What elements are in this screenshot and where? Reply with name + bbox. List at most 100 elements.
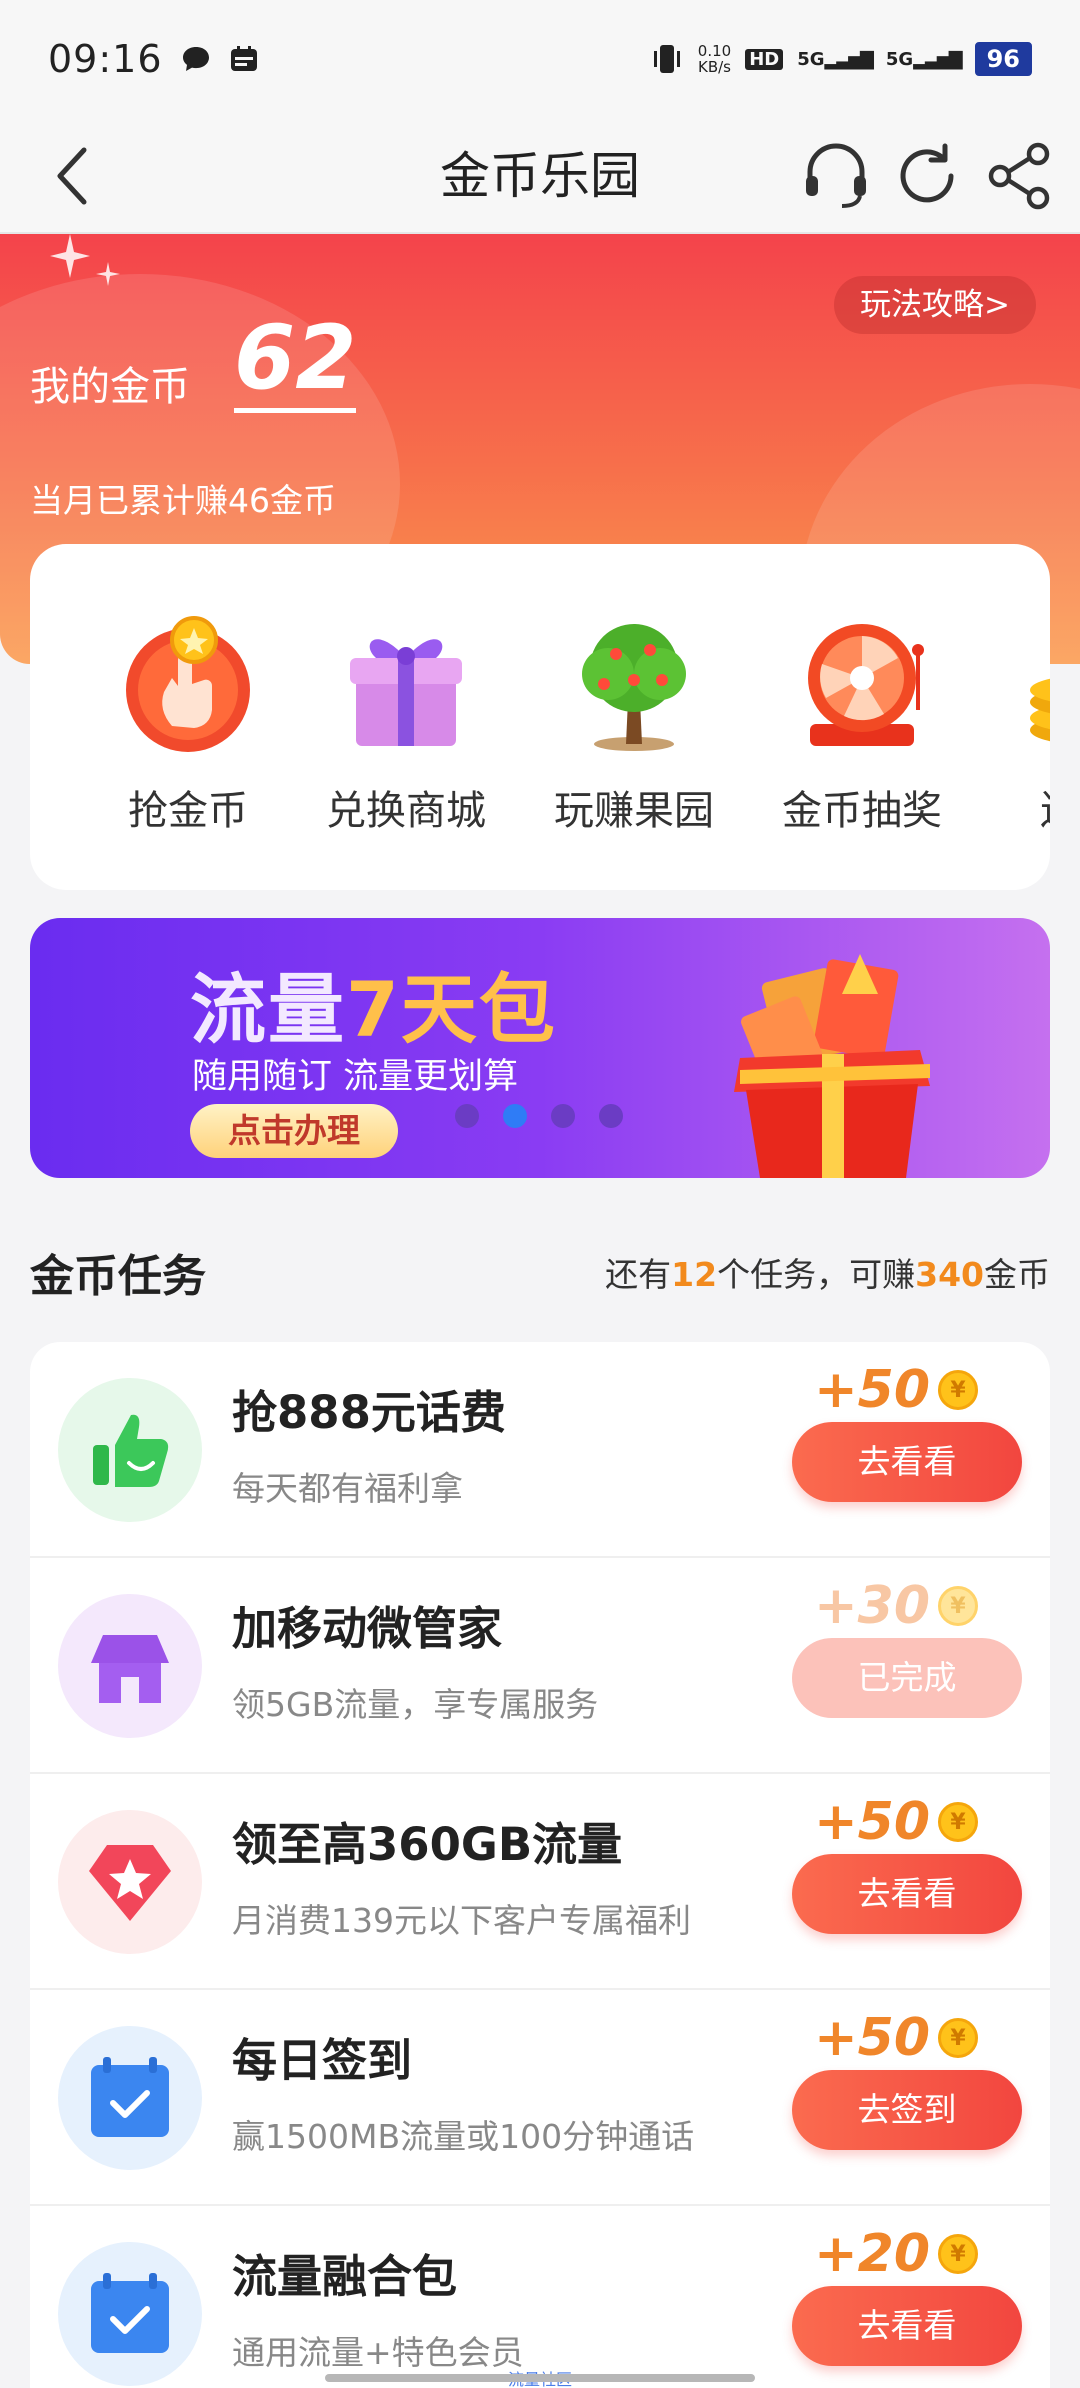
sim2-signal-icon: 5G▂▃▅▇ <box>885 48 963 70</box>
task-reward-value: +20 <box>814 2224 930 2284</box>
status-right: 0.10 KB/s HD 5G▂▃▅▇ 5G▂▃▅▇ 96 <box>650 42 1032 76</box>
play-guide-button[interactable]: 玩法攻略> <box>834 276 1036 334</box>
shortcut-label: 送金 <box>970 778 1050 836</box>
lottery-wheel-icon <box>808 624 924 746</box>
star-badge-icon <box>89 1845 171 1921</box>
task-reward: +20 ¥ <box>814 2224 978 2284</box>
coin-tasks-title: 金币任务 <box>30 1251 206 1302</box>
banner-cta-button[interactable]: 点击办理 <box>190 1104 398 1158</box>
remaining-count: 12 <box>671 1255 718 1294</box>
task-action-button[interactable]: 去看看 <box>792 2286 1022 2366</box>
carousel-dot[interactable] <box>455 1104 479 1128</box>
tasks-summary: 还有12个任务，可赚340金币 <box>605 1248 1050 1296</box>
task-action-button[interactable]: 去看看 <box>792 1422 1022 1502</box>
carousel-dot-active[interactable] <box>503 1104 527 1128</box>
task-reward-value: +50 <box>814 1792 930 1852</box>
task-title: 每日签到 <box>232 2034 413 2087</box>
sparkle-icon <box>50 234 120 286</box>
refresh-icon[interactable] <box>889 138 965 214</box>
task-icon-container <box>58 1594 202 1738</box>
carousel-dots <box>455 1104 623 1128</box>
sim1-label: 5G <box>797 48 825 70</box>
task-row: 抢888元话费 每天都有福利拿 +50 ¥ 去看看 <box>30 1342 1050 1558</box>
shortcut-orchard[interactable]: 玩赚果园 <box>524 614 744 836</box>
status-bar: 09:16 0.10 KB/s HD 5G▂▃▅▇ 5G▂▃▅▇ 96 <box>0 0 1080 118</box>
vibrate-icon <box>653 45 680 73</box>
task-reward: +50 ¥ <box>814 1792 978 1852</box>
task-title: 抢888元话费 <box>232 1386 506 1439</box>
task-row: 领至高360GB流量 月消费139元以下客户专属福利 +50 ¥ 去看看 <box>30 1774 1050 1990</box>
banner-title: 流量7天包 <box>190 948 557 1058</box>
share-icon[interactable] <box>982 138 1058 214</box>
coin-icon: ¥ <box>938 1586 978 1626</box>
task-row: 每日签到 赢1500MB流量或100分钟通话 +50 ¥ 去签到 <box>30 1990 1050 2206</box>
task-desc: 月消费139元以下客户专属福利 <box>232 1901 691 1940</box>
task-reward: +50 ¥ <box>814 1360 978 1420</box>
calendar-icon <box>230 46 257 71</box>
hand-coin-icon <box>126 616 250 752</box>
task-row: 加移动微管家 领5GB流量，享专属服务 +30 ¥ 已完成 <box>30 1558 1050 1774</box>
battery-indicator: 96 <box>974 42 1032 76</box>
coin-icon: ¥ <box>938 1370 978 1410</box>
my-coins-label: 我的金币 <box>30 364 190 410</box>
banner-title-part1: 流量 <box>190 965 346 1054</box>
earnable-coins: 340 <box>915 1255 984 1294</box>
task-reward: +30 ¥ <box>814 1576 978 1636</box>
calendar-check-icon <box>91 2273 169 2353</box>
carousel-dot[interactable] <box>599 1104 623 1128</box>
summary-mid: 个任务，可赚 <box>717 1255 916 1294</box>
net-speed-unit: KB/s <box>698 58 731 76</box>
task-reward-value: +30 <box>814 1576 930 1636</box>
promo-banner[interactable]: 流量7天包 随用随订 流量更划算 点击办理 <box>30 918 1050 1178</box>
coin-icon: ¥ <box>938 1802 978 1842</box>
house-icon <box>91 1635 169 1703</box>
task-checkin-button[interactable]: 去签到 <box>792 2070 1022 2150</box>
shortcut-label: 玩赚果园 <box>554 788 714 834</box>
task-desc: 赢1500MB流量或100分钟通话 <box>232 2117 695 2156</box>
shortcut-label: 兑换商城 <box>326 788 486 834</box>
shortcut-label: 抢金币 <box>128 788 248 834</box>
summary-suffix: 金币 <box>984 1255 1050 1294</box>
coin-icon: ¥ <box>938 2234 978 2274</box>
task-desc: 每天都有福利拿 <box>232 1469 463 1508</box>
my-coins-value[interactable]: 62 <box>234 308 357 413</box>
task-reward: +50 ¥ <box>814 2008 978 2068</box>
net-speed: 0.10 KB/s <box>698 43 731 75</box>
carousel-dot[interactable] <box>551 1104 575 1128</box>
message-icon <box>182 47 209 71</box>
task-icon-container <box>58 1810 202 1954</box>
task-icon-container <box>58 1378 202 1522</box>
task-action-button[interactable]: 去看看 <box>792 1854 1022 1934</box>
hd-icon: HD <box>745 48 784 70</box>
net-speed-value: 0.10 <box>697 42 732 60</box>
month-earned-text: 当月已累计赚46金币 <box>30 481 336 520</box>
task-desc: 领5GB流量，享专属服务 <box>232 1685 599 1724</box>
coin-stack-icon <box>1030 678 1050 742</box>
shortcut-label: 金币抽奖 <box>782 788 942 834</box>
shortcut-lottery[interactable]: 金币抽奖 <box>752 614 972 836</box>
thumbs-up-icon <box>93 1414 169 1487</box>
shortcut-send-coins[interactable]: 送金 <box>970 614 1050 836</box>
task-icon-container <box>58 2026 202 2170</box>
customer-service-icon[interactable] <box>798 138 874 214</box>
shortcut-exchange-mall[interactable]: 兑换商城 <box>296 614 516 836</box>
banner-title-part2: 7天包 <box>346 965 557 1054</box>
coin-icon: ¥ <box>938 2018 978 2058</box>
home-indicator[interactable] <box>325 2374 755 2382</box>
nav-bar: 金币乐园 <box>0 118 1080 234</box>
banner-subtitle: 随用随订 流量更划算 <box>192 1057 519 1097</box>
status-time: 09:16 <box>48 37 163 81</box>
status-left: 09:16 <box>48 37 259 81</box>
tree-icon <box>582 624 686 751</box>
shortcut-grab-coins[interactable]: 抢金币 <box>78 614 298 836</box>
task-reward-value: +50 <box>814 1360 930 1420</box>
sim2-label: 5G <box>885 48 914 70</box>
task-title: 加移动微管家 <box>232 1602 503 1655</box>
calendar-check-icon <box>91 2057 169 2137</box>
task-list: 抢888元话费 每天都有福利拿 +50 ¥ 去看看 加移动微管家 领5GB流量，享… <box>30 1342 1050 2388</box>
task-icon-container <box>58 2242 202 2386</box>
shortcut-card: 抢金币 兑换商城 玩赚果园 金币抽奖 送金 <box>30 544 1050 890</box>
gift-box-icon <box>350 639 462 746</box>
task-title: 领至高360GB流量 <box>232 1818 623 1871</box>
summary-prefix: 还有 <box>605 1255 672 1294</box>
